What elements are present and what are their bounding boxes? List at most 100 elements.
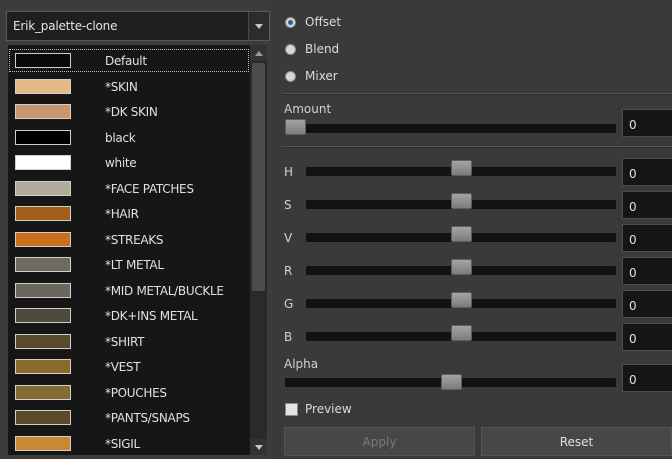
color-name: black xyxy=(105,130,136,145)
channel-label-s: S xyxy=(284,198,292,212)
color-row[interactable]: *VEST xyxy=(8,354,250,379)
apply-button[interactable]: Apply xyxy=(284,427,475,456)
alpha-slider-handle[interactable] xyxy=(440,374,462,390)
blend-radio[interactable] xyxy=(285,43,296,55)
color-row[interactable]: *SIGIL xyxy=(8,431,250,456)
color-name: *PANTS/SNAPS xyxy=(105,411,190,425)
mode-mixer[interactable]: Mixer xyxy=(285,66,338,86)
color-swatch xyxy=(15,129,71,145)
color-row[interactable]: *FACE PATCHES xyxy=(8,176,250,201)
color-name: *SHIRT xyxy=(105,334,145,349)
divider xyxy=(282,93,672,95)
color-swatch xyxy=(15,333,71,349)
color-swatch xyxy=(15,231,71,247)
color-swatch xyxy=(15,435,71,451)
channel-label-h: H xyxy=(284,165,294,179)
offset-radio[interactable] xyxy=(285,16,296,28)
channel-label-r: R xyxy=(284,264,293,278)
amount-slider-handle[interactable] xyxy=(285,119,306,135)
reset-button[interactable]: Reset xyxy=(481,427,672,456)
palette-dropdown-button[interactable] xyxy=(248,12,269,40)
channel-value-field-s[interactable]: 0 xyxy=(622,191,672,219)
scroll-down-button[interactable] xyxy=(250,439,267,455)
chevron-down-icon xyxy=(255,23,263,29)
color-swatch xyxy=(15,53,71,68)
color-name: *SKIN xyxy=(105,79,138,94)
mode-offset[interactable]: Offset xyxy=(285,12,341,32)
alpha-label: Alpha xyxy=(284,357,319,371)
color-swatch xyxy=(15,359,71,374)
channel-value-field-r[interactable]: 0 xyxy=(622,257,672,285)
color-list: Default *SKIN *DK SKIN black white *FACE PATC… xyxy=(8,45,250,455)
color-swatch xyxy=(15,206,71,221)
preview-checkbox[interactable] xyxy=(285,402,298,416)
color-swatch xyxy=(15,155,71,170)
channel-slider-handle-v[interactable] xyxy=(451,226,472,242)
amount-value-field[interactable]: 0 xyxy=(622,109,672,137)
channel-slider-handle-s[interactable] xyxy=(451,193,472,209)
channel-value-field-b[interactable]: 0 xyxy=(622,323,672,351)
mode-blend[interactable]: Blend xyxy=(285,39,339,59)
color-list-scrollbar[interactable] xyxy=(250,45,267,455)
color-swatch xyxy=(15,257,71,272)
color-row[interactable]: *HAIR xyxy=(8,201,250,226)
color-row[interactable]: *LT METAL xyxy=(8,252,250,277)
color-name: Default xyxy=(105,54,147,68)
color-row[interactable]: *POUCHES xyxy=(8,380,250,405)
channel-label-v: V xyxy=(284,231,293,245)
channel-label-g: G xyxy=(284,297,294,311)
preview-toggle[interactable]: Preview xyxy=(285,402,352,416)
color-swatch xyxy=(15,282,71,298)
amount-label: Amount xyxy=(284,102,332,116)
color-name: *HAIR xyxy=(105,207,139,221)
scroll-up-button[interactable] xyxy=(250,45,267,61)
color-row[interactable]: *DK SKIN xyxy=(8,99,250,124)
palette-dropdown-value: Erik_palette-clone xyxy=(13,19,118,33)
color-swatch xyxy=(15,104,71,119)
color-row[interactable]: *PANTS/SNAPS xyxy=(8,405,250,430)
color-swatch xyxy=(15,78,71,94)
alpha-value-field[interactable]: 0 xyxy=(622,364,672,392)
arrow-up-icon xyxy=(254,50,263,56)
amount-slider-track[interactable] xyxy=(285,124,616,133)
preview-label: Preview xyxy=(305,402,352,416)
arrow-down-icon xyxy=(254,444,263,450)
palette-panel: Erik_palette-clone Default *SKIN *DK SKIN b… xyxy=(0,0,272,459)
scroll-thumb[interactable] xyxy=(252,63,265,291)
channel-slider-handle-g[interactable] xyxy=(451,292,472,308)
color-name: white xyxy=(105,156,137,170)
color-name: *DK SKIN xyxy=(105,105,158,119)
color-swatch xyxy=(15,384,71,400)
color-name: *LT METAL xyxy=(105,258,164,272)
color-name: *SIGIL xyxy=(105,436,140,451)
color-name: *MID METAL/BUCKLE xyxy=(105,283,224,298)
channel-slider-handle-r[interactable] xyxy=(451,259,472,275)
color-row[interactable]: *DK+INS METAL xyxy=(8,303,250,328)
blend-label: Blend xyxy=(305,42,340,56)
color-row[interactable]: *SKIN xyxy=(8,74,250,99)
color-row[interactable]: Default xyxy=(8,48,250,73)
color-row[interactable]: *MID METAL/BUCKLE xyxy=(8,278,250,303)
palette-dropdown[interactable]: Erik_palette-clone xyxy=(6,11,270,41)
color-swatch xyxy=(15,308,71,323)
color-adjust-panel: Offset Blend Mixer Amount 0 H 0 S 0 V 0 R 0 G 0 B 0… xyxy=(272,0,672,459)
color-row[interactable]: *STREAKS xyxy=(8,227,250,252)
color-swatch xyxy=(15,410,71,425)
mixer-label: Mixer xyxy=(305,69,338,83)
mixer-radio[interactable] xyxy=(285,70,296,82)
color-row[interactable]: white xyxy=(8,150,250,175)
color-row[interactable]: black xyxy=(8,125,250,150)
channel-value-field-v[interactable]: 0 xyxy=(622,224,672,252)
channel-slider-handle-h[interactable] xyxy=(451,160,472,176)
channel-value-field-g[interactable]: 0 xyxy=(622,290,672,318)
color-name: *DK+INS METAL xyxy=(105,309,198,323)
channel-value-field-h[interactable]: 0 xyxy=(622,158,672,186)
color-name: *FACE PATCHES xyxy=(105,181,194,196)
divider xyxy=(282,146,672,148)
offset-label: Offset xyxy=(305,15,342,29)
color-swatch xyxy=(15,180,71,196)
channel-slider-handle-b[interactable] xyxy=(451,325,472,341)
channel-label-b: B xyxy=(284,330,293,344)
color-row[interactable]: *SHIRT xyxy=(8,329,250,354)
color-name: *VEST xyxy=(105,360,141,374)
